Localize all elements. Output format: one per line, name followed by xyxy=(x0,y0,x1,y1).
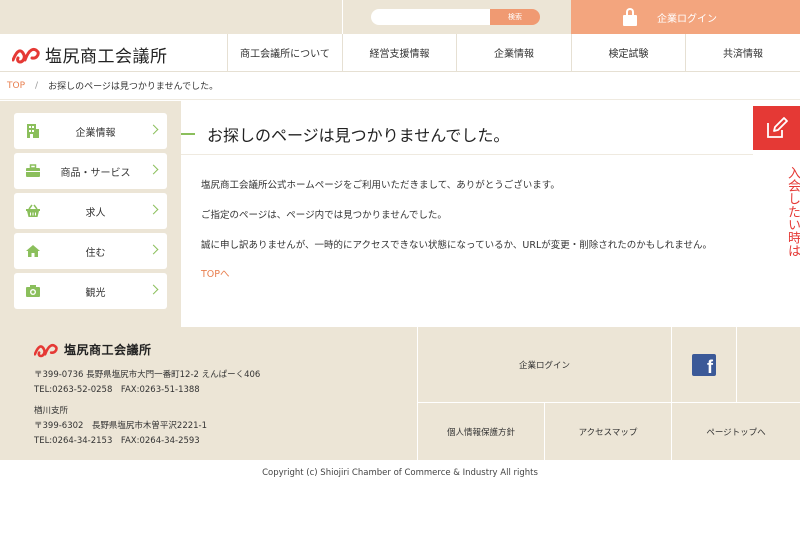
breadcrumb-separator: / xyxy=(35,80,39,91)
footer-info: 塩尻商工会議所 〒399-0736 長野県塩尻市大門一番町12-2 えんぱーく4… xyxy=(0,327,417,460)
join-membership-tab[interactable]: 入会したい時は xyxy=(753,106,800,271)
footer-tel-branch: TEL:0264-34-2153 FAX:0264-34-2593 xyxy=(34,436,200,446)
footer-privacy-link[interactable]: 個人情報保護方針 xyxy=(417,403,544,460)
top-bar: 検索 企業ログイン xyxy=(0,0,800,34)
footer: 塩尻商工会議所 〒399-0736 長野県塩尻市大門一番町12-2 えんぱーく4… xyxy=(0,327,800,460)
top-link[interactable]: TOPへ xyxy=(201,266,230,280)
building-icon xyxy=(27,124,39,138)
message-paragraph-3: 誠に申し訳ありませんが、一時的にアクセスできない状態になっているか、URLが変更… xyxy=(201,240,712,251)
main-nav: 商工会議所について 経営支援情報 企業情報 検定試験 共済情報 xyxy=(227,34,800,71)
copyright: Copyright (c) Shiojiri Chamber of Commer… xyxy=(262,468,538,478)
breadcrumb-current: お探しのページは見つかりませんでした。 xyxy=(48,82,219,92)
basket-icon xyxy=(26,204,40,217)
nav-item-about[interactable]: 商工会議所について xyxy=(227,34,342,71)
site-logo[interactable]: 塩尻商工会議所 xyxy=(12,42,168,67)
footer-address-main: 〒399-0736 長野県塩尻市大門一番町12-2 えんぱーく406 xyxy=(34,370,261,380)
nav-item-business-support[interactable]: 経営支援情報 xyxy=(342,34,456,71)
message-paragraph-2: ご指定のページは、ページ内では見つかりませんでした。 xyxy=(201,210,447,221)
search-input[interactable] xyxy=(371,9,491,25)
sidebar-item-products-services[interactable]: 商品・サービス xyxy=(14,153,167,189)
sidebar-item-company-info[interactable]: 企業情報 xyxy=(14,113,167,149)
title-accent-dash xyxy=(181,132,195,135)
footer-facebook-link[interactable]: f xyxy=(671,327,736,403)
main-content: お探しのページは見つかりませんでした。 塩尻商工会議所公式ホームページをご利用い… xyxy=(181,101,800,327)
page: 検索 企業ログイン 塩尻商工会議所 商工会議所について 経営支援情報 企業情報 … xyxy=(0,0,800,533)
company-login-button[interactable]: 企業ログイン xyxy=(571,0,800,34)
briefcase-icon xyxy=(26,164,40,177)
search-button[interactable]: 検索 xyxy=(490,9,540,25)
facebook-letter: f xyxy=(707,356,713,376)
message-paragraph-1: 塩尻商工会議所公式ホームページをご利用いただきまして、ありがとうございます。 xyxy=(201,180,560,191)
facebook-icon: f xyxy=(692,353,716,376)
site-name: 塩尻商工会議所 xyxy=(45,47,168,67)
camera-icon xyxy=(26,285,40,297)
lock-icon xyxy=(623,8,637,26)
join-tab-label: 入会したい時は xyxy=(785,165,800,257)
nav-item-exams[interactable]: 検定試験 xyxy=(571,34,685,71)
breadcrumb-home-link[interactable]: TOP xyxy=(7,81,25,91)
footer-branch-name: 楢川支所 xyxy=(34,406,69,416)
house-icon xyxy=(26,245,40,257)
sidebar: 企業情報 商品・サービス 求人 住む 観光 xyxy=(0,101,181,327)
footer-page-top-link[interactable]: ページトップへ xyxy=(671,403,800,460)
nav-item-company-info[interactable]: 企業情報 xyxy=(456,34,571,71)
header: 塩尻商工会議所 商工会議所について 経営支援情報 企業情報 検定試験 共済情報 xyxy=(0,34,800,72)
footer-access-map-link[interactable]: アクセスマップ xyxy=(544,403,671,460)
logo-mark-icon xyxy=(12,47,40,64)
footer-company-login-link[interactable]: 企業ログイン xyxy=(417,327,671,403)
company-login-label: 企業ログイン xyxy=(657,13,717,25)
sidebar-item-jobs[interactable]: 求人 xyxy=(14,193,167,229)
pen-icon xyxy=(766,117,788,138)
footer-address-branch: 〒399-6302 長野県塩尻市木曽平沢2221-1 xyxy=(34,421,208,431)
nav-item-mutual-aid[interactable]: 共済情報 xyxy=(685,34,800,71)
page-title-row: お探しのページは見つかりませんでした。 xyxy=(181,113,753,155)
logo-mark-icon xyxy=(34,343,58,357)
search-area: 検索 xyxy=(342,0,571,34)
sidebar-item-living[interactable]: 住む xyxy=(14,233,167,269)
join-icon-box xyxy=(753,106,800,150)
sidebar-item-tourism[interactable]: 観光 xyxy=(14,273,167,309)
footer-links: 企業ログイン f 個人情報保護方針 アクセスマップ ページトップへ xyxy=(417,327,800,460)
footer-empty-cell xyxy=(736,327,800,403)
footer-tel-main: TEL:0263-52-0258 FAX:0263-51-1388 xyxy=(34,385,200,395)
footer-site-name: 塩尻商工会議所 xyxy=(64,343,152,357)
breadcrumb: TOP / お探しのページは見つかりませんでした。 xyxy=(0,72,800,100)
footer-logo: 塩尻商工会議所 xyxy=(34,341,152,358)
page-title: お探しのページは見つかりませんでした。 xyxy=(207,125,510,145)
